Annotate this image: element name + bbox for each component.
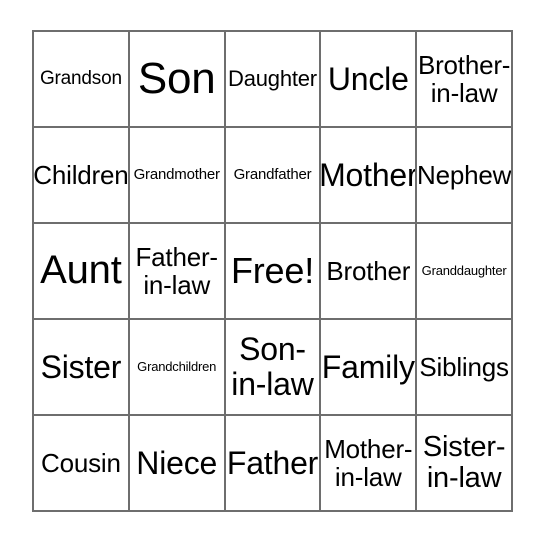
bingo-cell-label: Son- in-law: [231, 331, 314, 402]
bingo-cell[interactable]: Grandmother: [129, 128, 226, 224]
bingo-cell-label: Father- in-law: [135, 241, 218, 300]
bingo-cell[interactable]: Children: [34, 128, 130, 224]
bingo-cell-label: Brother- in-law: [417, 49, 511, 108]
bingo-cell-label: Grandmother: [133, 165, 220, 183]
bingo-cell-label: Cousin: [41, 447, 121, 478]
bingo-cell[interactable]: Siblings: [417, 320, 513, 416]
bingo-cell[interactable]: Nephew: [417, 128, 513, 224]
bingo-cell-label: Grandchildren: [137, 358, 217, 374]
bingo-cell-label: Granddaughter: [421, 262, 507, 278]
bingo-cell[interactable]: Grandson: [34, 32, 130, 128]
bingo-cell[interactable]: Daughter: [225, 32, 322, 128]
bingo-cell[interactable]: Niece: [129, 416, 226, 512]
bingo-cell[interactable]: Father: [225, 416, 322, 512]
bingo-cell-label: Mother- in-law: [324, 433, 413, 492]
bingo-cell-label: Grandfather: [233, 165, 312, 183]
bingo-cell[interactable]: Son: [129, 32, 226, 128]
bingo-cell-label: Children: [34, 159, 129, 190]
bingo-cell-label: Grandson: [39, 67, 122, 89]
bingo-cell[interactable]: Sister: [34, 320, 130, 416]
bingo-cell-label: Siblings: [419, 351, 509, 382]
bingo-cell[interactable]: Cousin: [34, 416, 130, 512]
bingo-cell[interactable]: Uncle: [321, 32, 418, 128]
bingo-cell[interactable]: Aunt: [34, 224, 130, 320]
bingo-cell[interactable]: Mother: [321, 128, 418, 224]
bingo-cell-label: Daughter: [228, 66, 317, 92]
bingo-cell[interactable]: Grandfather: [225, 128, 322, 224]
bingo-cell-label: Sister- in-law: [422, 430, 506, 494]
bingo-cell-label: Nephew: [417, 159, 512, 190]
bingo-cell[interactable]: Grandchildren: [129, 320, 226, 416]
bingo-cell-label: Family: [321, 348, 415, 385]
bingo-cell-label: Uncle: [327, 60, 409, 97]
bingo-cell[interactable]: Family: [321, 320, 418, 416]
bingo-cell-label: Aunt: [40, 248, 122, 293]
bingo-cell-free-space[interactable]: Free!: [225, 224, 322, 320]
bingo-cell-label: Father: [226, 444, 319, 481]
bingo-cell-label: Son: [137, 54, 216, 104]
bingo-cell-label: Brother: [326, 255, 411, 286]
bingo-cell-label: Free!: [230, 249, 314, 291]
bingo-cell-label: Niece: [136, 444, 218, 481]
bingo-cell[interactable]: Sister- in-law: [417, 416, 513, 512]
bingo-cell[interactable]: Brother: [321, 224, 418, 320]
bingo-cell[interactable]: Brother- in-law: [417, 32, 513, 128]
bingo-cell[interactable]: Mother- in-law: [321, 416, 418, 512]
bingo-cell[interactable]: Father- in-law: [129, 224, 226, 320]
bingo-card-grid: Grandson Son Daughter Uncle Brother- in-law C…: [32, 30, 513, 512]
bingo-cell-label: Sister: [40, 348, 122, 385]
bingo-cell-label: Mother: [321, 156, 418, 193]
bingo-cell[interactable]: Granddaughter: [417, 224, 513, 320]
bingo-cell[interactable]: Son- in-law: [225, 320, 322, 416]
